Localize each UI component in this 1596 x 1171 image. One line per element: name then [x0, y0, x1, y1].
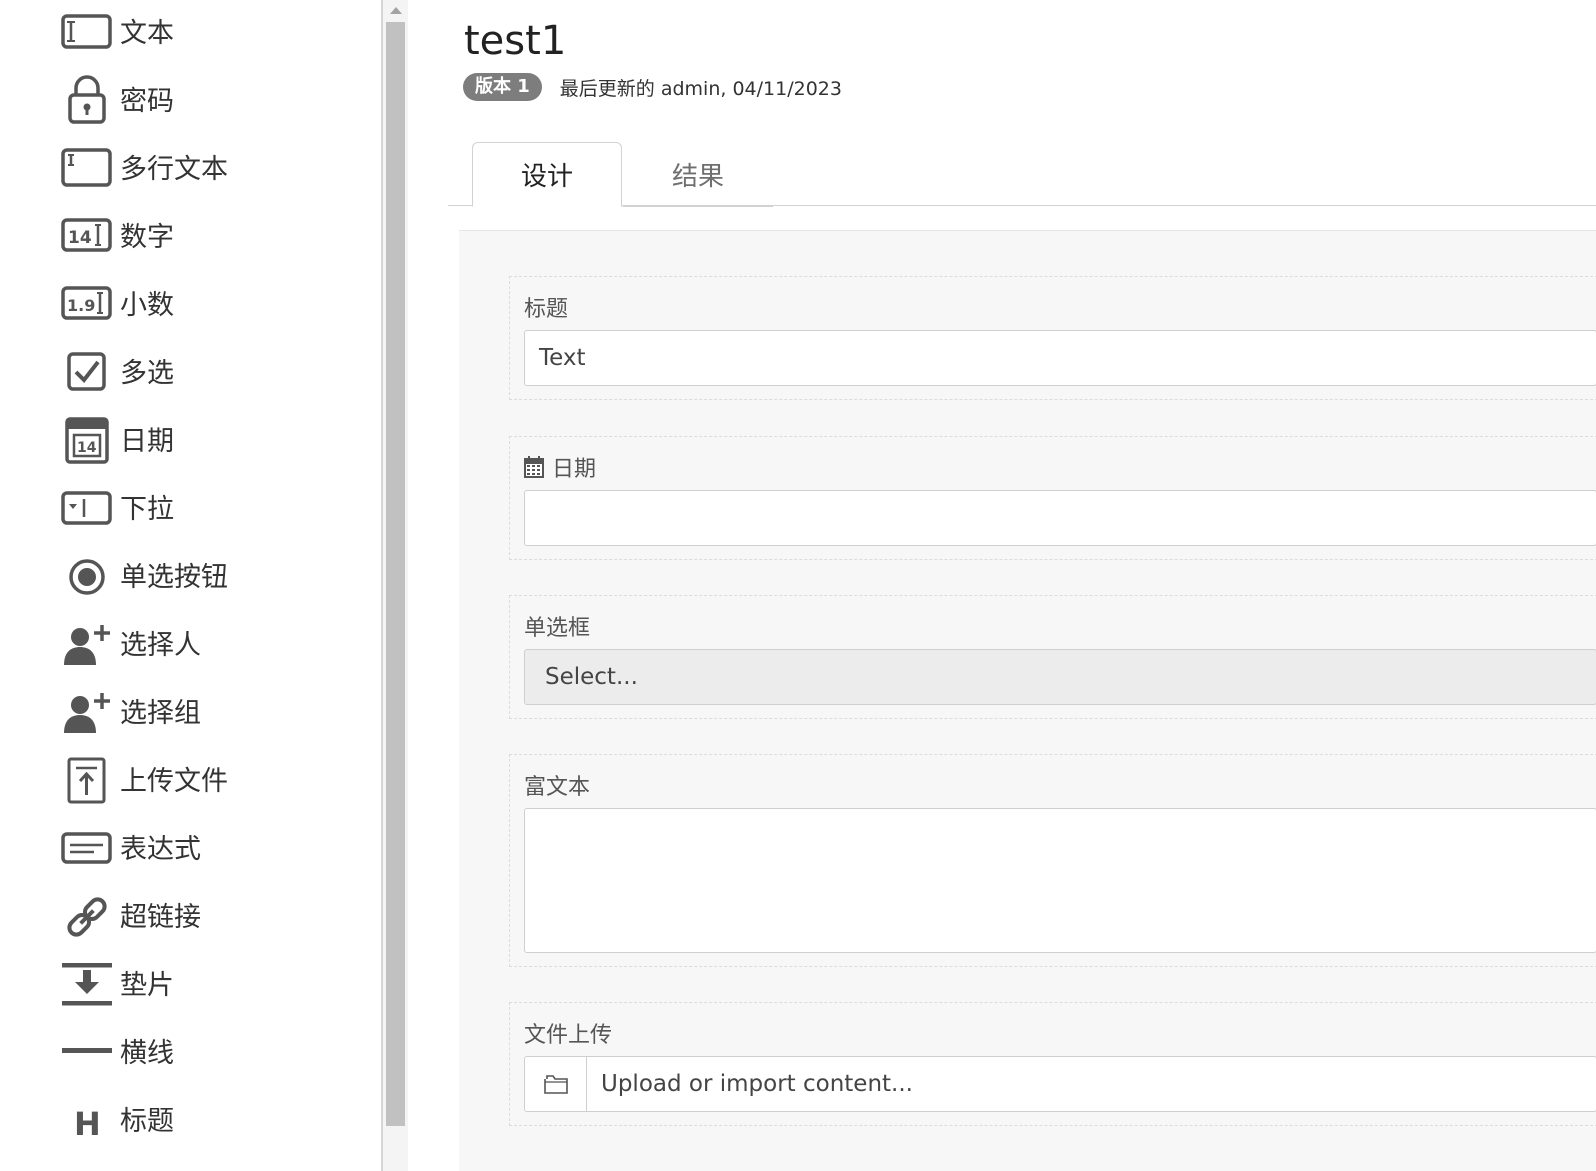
sidebar-item-label: 密码: [120, 85, 174, 117]
main-panel: test1 版本 1 最后更新的 admin, 04/11/2023 设计 结果…: [408, 0, 1596, 1171]
sidebar-item-dropdown[interactable]: 下拉: [60, 476, 174, 536]
radio-icon: [60, 547, 114, 601]
date-label-text: 日期: [552, 457, 597, 482]
sidebar-item-number[interactable]: 14 数字: [60, 204, 174, 264]
sidebar-item-checkbox[interactable]: 多选: [60, 340, 174, 400]
svg-text:14: 14: [68, 228, 92, 248]
sidebar-item-label: 上传文件: [120, 765, 228, 797]
sidebar-item-label: 多行文本: [120, 153, 228, 185]
sidebar-item-upload-file[interactable]: 上传文件: [60, 748, 228, 808]
tab-bar: 设计 结果: [448, 142, 1596, 207]
version-badge: 版本 1: [463, 73, 542, 101]
form-field-file-upload[interactable]: 文件上传 Upload or import content...: [509, 1002, 1596, 1126]
form-field-single-select[interactable]: 单选框 Select...: [509, 595, 1596, 719]
sidebar-item-label: 选择人: [120, 629, 201, 661]
add-group-icon: [60, 683, 114, 737]
sidebar-item-label: 标题: [120, 1105, 174, 1137]
form-field-title[interactable]: 标题 Text: [509, 276, 1596, 400]
form-design-canvas: 标题 Text 日期 单选框 Select... 富文本 文件上传 Upload…: [459, 230, 1596, 1171]
sidebar-item-spacer[interactable]: 垫片: [60, 952, 174, 1012]
multiline-text-icon: [60, 139, 114, 193]
scroll-up-arrow-icon[interactable]: [383, 0, 408, 20]
field-label: 日期: [524, 451, 596, 483]
sidebar-item-select-group[interactable]: 选择组: [60, 680, 201, 740]
text-field-icon: [60, 3, 114, 57]
svg-text:14: 14: [77, 440, 97, 456]
sidebar-item-label: 垫片: [120, 969, 174, 1001]
svg-text:1.9: 1.9: [67, 296, 95, 315]
folder-icon[interactable]: [525, 1057, 587, 1111]
field-label: 富文本: [524, 775, 591, 800]
date-input[interactable]: [524, 490, 1596, 546]
sidebar-item-label: 横线: [120, 1037, 174, 1069]
calendar-icon: 14: [60, 411, 114, 465]
heading-icon: H: [60, 1091, 114, 1145]
spacer-icon: [60, 955, 114, 1009]
sidebar-item-horizontal-line[interactable]: 横线: [60, 1020, 174, 1080]
svg-text:H: H: [74, 1105, 101, 1143]
sidebar-scrollbar[interactable]: [383, 0, 408, 1171]
field-label: 单选框: [524, 616, 591, 641]
sidebar-item-heading[interactable]: H 标题: [60, 1088, 174, 1148]
form-field-date[interactable]: 日期: [509, 436, 1596, 560]
decimal-icon: 1.9: [60, 275, 114, 329]
add-user-icon: [60, 615, 114, 669]
single-select-dropdown[interactable]: Select...: [524, 649, 1596, 705]
sidebar-item-label: 表达式: [120, 833, 201, 865]
sidebar-item-password[interactable]: 密码: [60, 68, 174, 128]
tab-results[interactable]: 结果: [623, 142, 773, 207]
form-field-rich-text[interactable]: 富文本: [509, 754, 1596, 967]
sidebar-item-label: 选择组: [120, 697, 201, 729]
page-title: test1: [464, 18, 567, 64]
last-updated-text: 最后更新的 admin, 04/11/2023: [559, 77, 842, 100]
sidebar-item-label: 多选: [120, 357, 174, 389]
sidebar-item-label: 超链接: [120, 901, 201, 933]
sidebar-item-label: 单选按钮: [120, 561, 228, 593]
field-label: 标题: [524, 297, 569, 322]
file-upload-control[interactable]: Upload or import content...: [524, 1056, 1596, 1112]
sidebar-item-label: 数字: [120, 221, 174, 253]
sidebar-item-decimal[interactable]: 1.9 小数: [60, 272, 174, 332]
link-icon: [60, 887, 114, 941]
number-icon: 14: [60, 207, 114, 261]
field-label: 文件上传: [524, 1023, 613, 1048]
sidebar-item-label: 日期: [120, 425, 174, 457]
dropdown-icon: [60, 479, 114, 533]
sidebar-item-label: 文本: [120, 17, 174, 49]
sidebar-item-text[interactable]: 文本: [60, 0, 174, 60]
sidebar-item-label: 下拉: [120, 493, 174, 525]
upload-file-icon: [60, 751, 114, 805]
sidebar-item-hyperlink[interactable]: 超链接: [60, 884, 201, 944]
upload-placeholder: Upload or import content...: [601, 1071, 913, 1097]
scrollbar-thumb[interactable]: [386, 22, 405, 1126]
title-input[interactable]: Text: [524, 330, 1596, 386]
checkbox-icon: [60, 343, 114, 397]
sidebar-item-expression[interactable]: 表达式: [60, 816, 201, 876]
rich-text-editor[interactable]: [524, 808, 1596, 953]
sidebar-item-select-user[interactable]: 选择人: [60, 612, 201, 672]
expression-icon: [60, 819, 114, 873]
version-meta: 版本 1 最后更新的 admin, 04/11/2023: [463, 73, 842, 101]
lock-icon: [60, 71, 114, 125]
horizontal-line-icon: [60, 1023, 114, 1077]
sidebar-item-label: 小数: [120, 289, 174, 321]
calendar-icon: [524, 456, 544, 478]
field-palette-sidebar: 文本 密码 多行文本 14 数字 1.9 小数 多选 14 日期 下拉 单选按钮…: [0, 0, 382, 1171]
sidebar-item-multiline-text[interactable]: 多行文本: [60, 136, 228, 196]
sidebar-item-radio[interactable]: 单选按钮: [60, 544, 228, 604]
tab-design[interactable]: 设计: [472, 142, 622, 207]
sidebar-item-date[interactable]: 14 日期: [60, 408, 174, 468]
